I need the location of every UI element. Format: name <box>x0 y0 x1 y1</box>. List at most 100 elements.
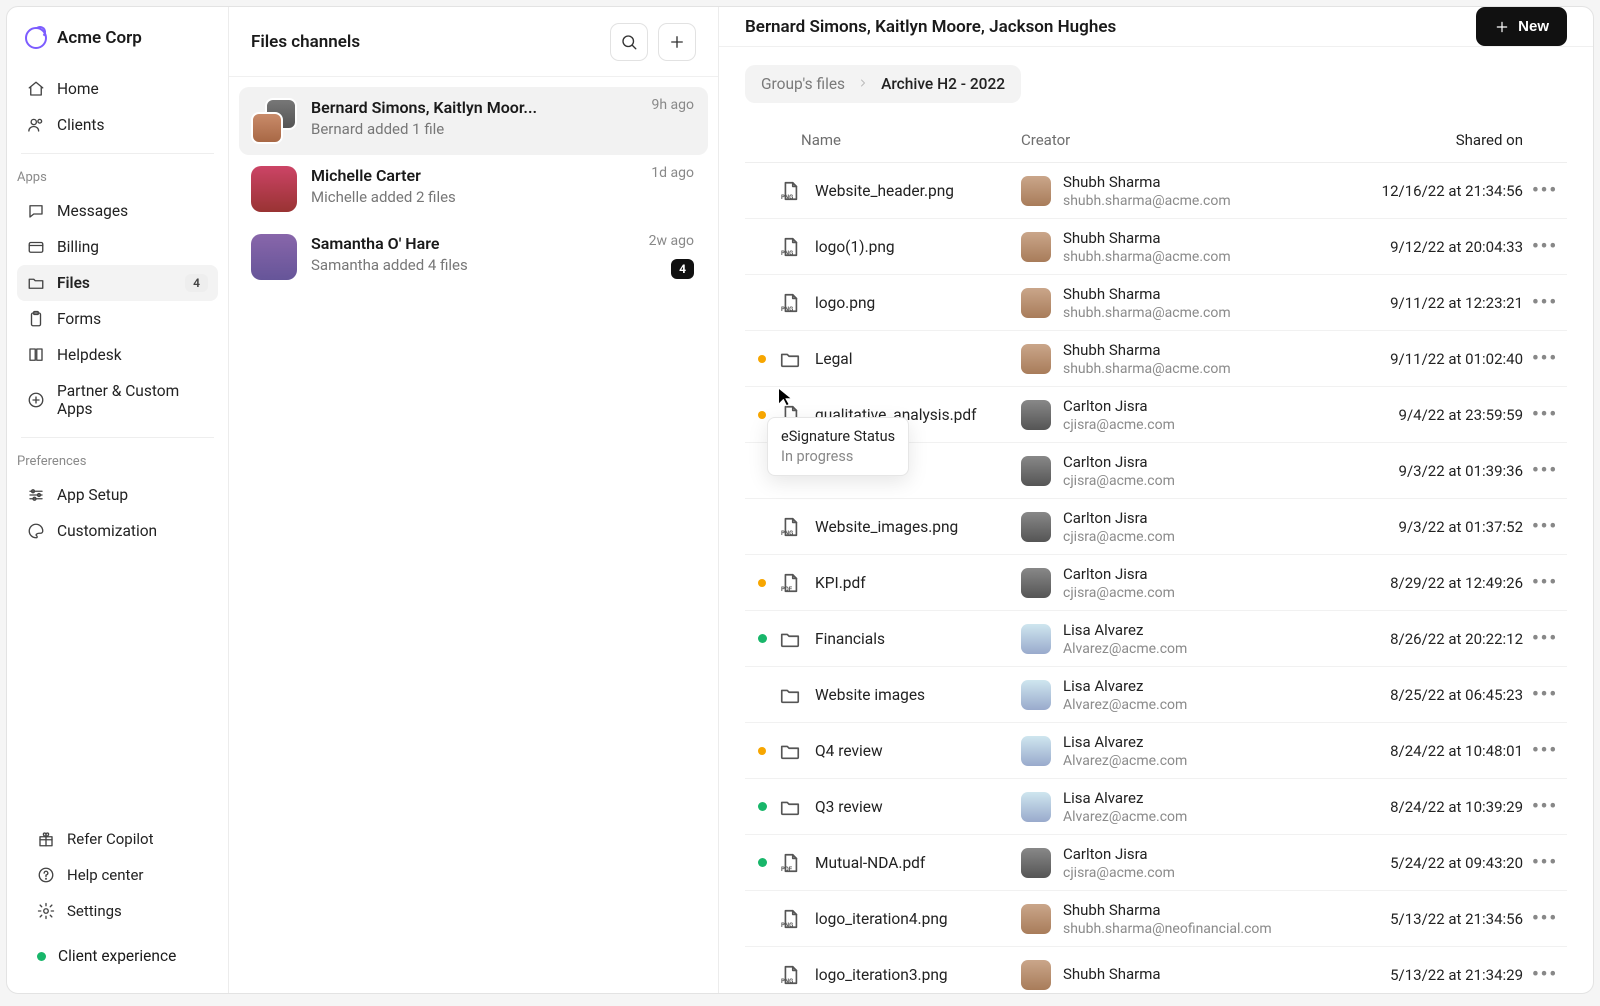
row-actions-button[interactable]: ••• <box>1523 908 1567 929</box>
nav-item-label: Help center <box>67 866 143 884</box>
table-row[interactable]: Q3 review Lisa Alvarez Alvarez@acme.com … <box>745 779 1567 835</box>
more-icon: ••• <box>1532 740 1558 761</box>
creator-name: Lisa Alvarez <box>1063 733 1323 751</box>
main-panel: Bernard Simons, Kaitlyn Moore, Jackson H… <box>719 7 1593 993</box>
nav-item-label: Customization <box>57 522 157 540</box>
nav-item-app-setup[interactable]: App Setup <box>17 477 218 513</box>
nav-item-help-center[interactable]: Help center <box>27 857 208 893</box>
row-actions-button[interactable]: ••• <box>1523 348 1567 369</box>
creator-name: Carlton Jisra <box>1063 845 1323 863</box>
col-name[interactable]: Name <box>745 131 1021 149</box>
channel-item[interactable]: Michelle Carter Michelle added 2 files 1… <box>239 155 708 223</box>
table-row[interactable]: Q4 review Lisa Alvarez Alvarez@acme.com … <box>745 723 1567 779</box>
file-icon: PNG <box>779 516 801 538</box>
table-row[interactable]: Website images Lisa Alvarez Alvarez@acme… <box>745 667 1567 723</box>
table-row[interactable]: PDF Mutual-NDA.pdf Carlton Jisra cjisra@… <box>745 835 1567 891</box>
creator-email: cjisra@acme.com <box>1063 529 1323 545</box>
table-row[interactable]: PDF KPI.pdf Carlton Jisra cjisra@acme.co… <box>745 555 1567 611</box>
channel-item[interactable]: Bernard Simons, Kaitlyn Moor... Bernard … <box>239 87 708 155</box>
nav-item-messages[interactable]: Messages <box>17 193 218 229</box>
row-actions-button[interactable]: ••• <box>1523 852 1567 873</box>
users-icon <box>27 116 45 134</box>
channels-panel: Files channels Bernard Simons, Kaitlyn M… <box>229 7 719 993</box>
channel-timestamp: 2w ago <box>649 233 694 249</box>
nav-item-settings[interactable]: Settings <box>27 893 208 929</box>
nav-item-files[interactable]: Files 4 <box>17 265 218 301</box>
more-icon: ••• <box>1532 908 1558 929</box>
plus-icon <box>1494 19 1510 35</box>
nav-item-customization[interactable]: Customization <box>17 513 218 549</box>
avatar <box>251 166 297 212</box>
creator-name: Lisa Alvarez <box>1063 677 1323 695</box>
tooltip-title: eSignature Status <box>781 428 895 445</box>
row-actions-button[interactable]: ••• <box>1523 684 1567 705</box>
file-name: Website_images.png <box>815 518 1021 536</box>
shared-timestamp: 9/11/22 at 12:23:21 <box>1323 294 1523 312</box>
folder-icon <box>779 348 801 370</box>
search-button[interactable] <box>610 23 648 61</box>
status-dot-icon <box>758 858 767 867</box>
table-row[interactable]: PNG Website_header.png Shubh Sharma shub… <box>745 163 1567 219</box>
status-dot-icon <box>758 747 766 755</box>
sliders-icon <box>27 486 45 504</box>
col-shared[interactable]: Shared on <box>1323 131 1523 149</box>
client-experience-link[interactable]: Client experience <box>17 933 218 971</box>
creator-email: Alvarez@acme.com <box>1063 697 1323 713</box>
channel-title: Bernard Simons, Kaitlyn Moor... <box>311 98 696 117</box>
table-row[interactable]: PNG Website_images.png Carlton Jisra cji… <box>745 499 1567 555</box>
nav-item-home[interactable]: Home <box>17 71 218 107</box>
status-dot-icon <box>758 579 766 587</box>
row-actions-button[interactable]: ••• <box>1523 964 1567 985</box>
channels-title: Files channels <box>251 32 360 52</box>
file-name: logo(1).png <box>815 238 1021 256</box>
row-actions-button[interactable]: ••• <box>1523 236 1567 257</box>
breadcrumb-root[interactable]: Group's files <box>761 75 845 93</box>
sidebar: Acme Corp Home Clients Apps Messages Bil… <box>7 7 229 993</box>
table-row[interactable]: Financials Lisa Alvarez Alvarez@acme.com… <box>745 611 1567 667</box>
row-actions-button[interactable]: ••• <box>1523 628 1567 649</box>
nav-item-helpdesk[interactable]: Helpdesk <box>17 337 218 373</box>
table-row[interactable]: PDF qualitative_analysis.pdf Carlton Jis… <box>745 387 1567 443</box>
row-actions-button[interactable]: ••• <box>1523 516 1567 537</box>
table-row[interactable]: PNG logo_iteration4.png Shubh Sharma shu… <box>745 891 1567 947</box>
nav-item-forms[interactable]: Forms <box>17 301 218 337</box>
creator-avatar <box>1021 736 1051 766</box>
brand[interactable]: Acme Corp <box>7 17 228 67</box>
creator-name: Shubh Sharma <box>1063 173 1323 191</box>
creator-avatar <box>1021 176 1051 206</box>
table-row[interactable]: PNG logo_iteration3.png Shubh Sharma 5/1… <box>745 947 1567 994</box>
channel-subtitle: Bernard added 1 file <box>311 120 696 138</box>
table-row[interactable]: Legal Shubh Sharma shubh.sharma@acme.com… <box>745 331 1567 387</box>
more-icon: ••• <box>1532 236 1558 257</box>
row-actions-button[interactable]: ••• <box>1523 292 1567 313</box>
avatar-stack <box>251 98 297 144</box>
more-icon: ••• <box>1532 292 1558 313</box>
row-actions-button[interactable]: ••• <box>1523 460 1567 481</box>
new-button[interactable]: New <box>1476 7 1567 46</box>
more-icon: ••• <box>1532 460 1558 481</box>
more-icon: ••• <box>1532 348 1558 369</box>
channel-item[interactable]: Samantha O' Hare Samantha added 4 files … <box>239 223 708 291</box>
nav-item-partner-custom-apps[interactable]: Partner & Custom Apps <box>17 373 218 427</box>
creator-email: cjisra@acme.com <box>1063 473 1323 489</box>
channel-timestamp: 9h ago <box>651 97 694 113</box>
creator-avatar <box>1021 792 1051 822</box>
nav-item-refer-copilot[interactable]: Refer Copilot <box>27 821 208 857</box>
new-channel-button[interactable] <box>658 23 696 61</box>
row-actions-button[interactable]: ••• <box>1523 572 1567 593</box>
row-actions-button[interactable]: ••• <box>1523 404 1567 425</box>
nav-item-clients[interactable]: Clients <box>17 107 218 143</box>
row-actions-button[interactable]: ••• <box>1523 796 1567 817</box>
row-actions-button[interactable]: ••• <box>1523 740 1567 761</box>
creator-email: shubh.sharma@neofinancial.com <box>1063 921 1323 937</box>
col-creator[interactable]: Creator <box>1021 131 1323 149</box>
home-icon <box>27 80 45 98</box>
creator-email: cjisra@acme.com <box>1063 585 1323 601</box>
plus-box-icon <box>27 391 45 409</box>
table-row[interactable]: PNG logo.png Shubh Sharma shubh.sharma@a… <box>745 275 1567 331</box>
table-row[interactable]: PNG logo(1).png Shubh Sharma shubh.sharm… <box>745 219 1567 275</box>
file-name: logo_iteration3.png <box>815 966 1021 984</box>
row-actions-button[interactable]: ••• <box>1523 180 1567 201</box>
nav-item-billing[interactable]: Billing <box>17 229 218 265</box>
nav-item-label: Messages <box>57 202 128 220</box>
